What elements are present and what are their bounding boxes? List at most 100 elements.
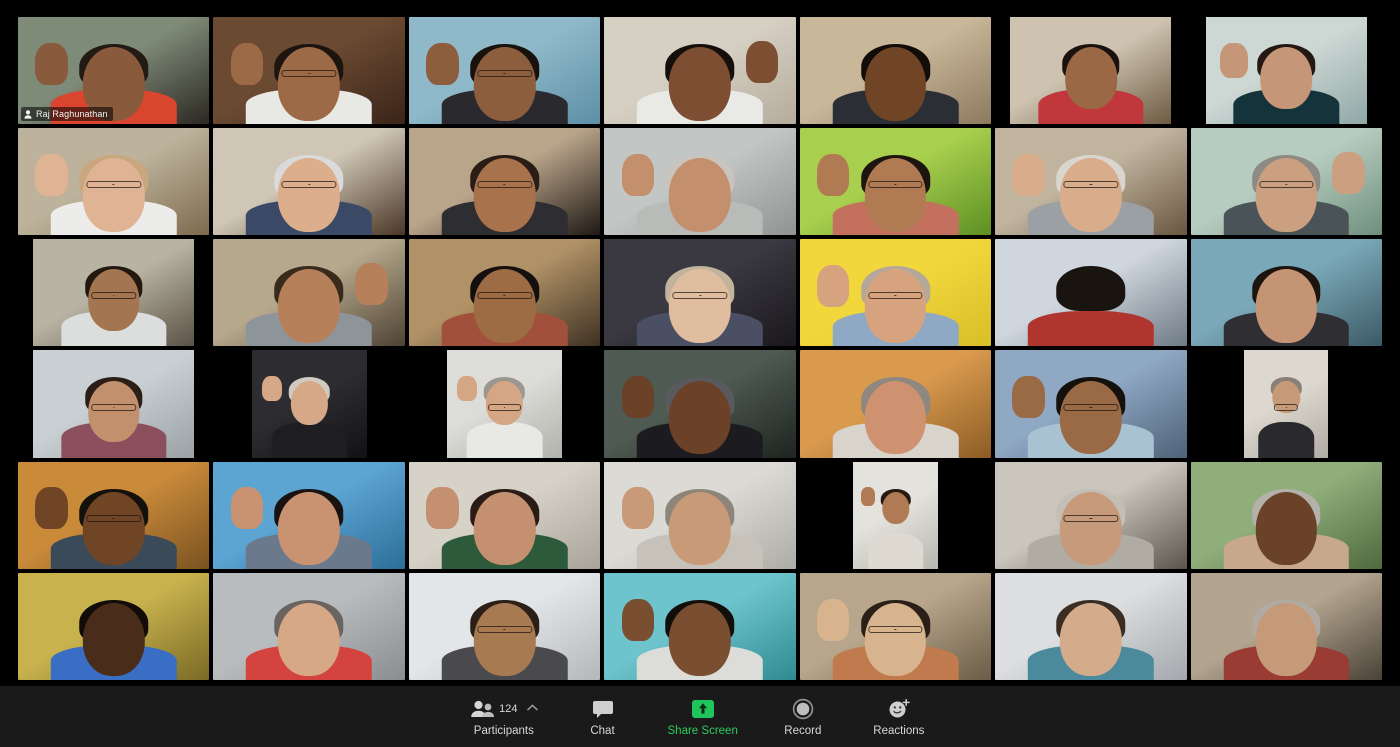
participant-video	[1190, 572, 1382, 680]
figure-head	[669, 380, 731, 455]
figure-head	[864, 602, 927, 677]
participant-tile[interactable]	[604, 350, 796, 458]
participant-tile[interactable]	[1190, 17, 1382, 125]
participant-figure	[1027, 377, 1154, 458]
participant-tile[interactable]	[408, 128, 601, 236]
participant-tile[interactable]	[604, 17, 796, 125]
raised-hand	[621, 153, 655, 196]
figure-head	[669, 491, 731, 566]
chat-bubble-icon	[592, 700, 613, 718]
participant-tile[interactable]	[18, 350, 210, 458]
figure-head	[881, 491, 909, 525]
participant-figure	[637, 266, 763, 347]
figure-head	[473, 269, 536, 343]
participant-tile[interactable]	[995, 17, 1187, 125]
participant-tile[interactable]	[213, 128, 405, 236]
figure-head	[87, 380, 140, 443]
participant-figure	[441, 266, 568, 347]
participant-video	[995, 128, 1187, 236]
participant-tile[interactable]	[604, 128, 796, 236]
participant-video	[408, 128, 601, 236]
participant-tile[interactable]	[213, 17, 405, 125]
participant-tile[interactable]	[408, 461, 601, 569]
participant-tile[interactable]	[1190, 461, 1382, 569]
participant-tile[interactable]	[799, 350, 992, 458]
figure-head	[1255, 491, 1318, 566]
participant-video	[604, 239, 796, 347]
participant-video	[447, 350, 562, 458]
participant-tile[interactable]	[995, 128, 1187, 236]
participant-tile[interactable]	[995, 239, 1187, 347]
participant-tile[interactable]	[1190, 128, 1382, 236]
figure-head	[1059, 602, 1122, 677]
participant-tile[interactable]	[799, 239, 992, 347]
participant-figure	[1223, 488, 1350, 569]
participant-tile[interactable]	[213, 350, 405, 458]
figure-head	[864, 380, 927, 455]
figure-glasses	[281, 181, 337, 189]
participant-video	[995, 572, 1187, 680]
figure-glasses	[86, 514, 141, 522]
participant-tile[interactable]	[1190, 350, 1382, 458]
participant-tile[interactable]	[995, 350, 1187, 458]
participant-video	[33, 350, 195, 458]
participant-tile[interactable]	[213, 461, 405, 569]
figure-head	[82, 491, 145, 566]
participant-tile[interactable]	[18, 461, 210, 569]
participant-tile[interactable]	[213, 239, 405, 347]
raised-hand	[426, 487, 459, 530]
participant-figure	[441, 488, 568, 569]
participant-video	[213, 239, 405, 347]
figure-glasses	[477, 625, 532, 633]
participant-video	[799, 572, 992, 680]
participant-video	[408, 461, 601, 569]
participant-tile[interactable]	[799, 461, 992, 569]
figure-glasses	[1063, 181, 1119, 189]
toolbar-button-share-screen[interactable]: Share Screen	[660, 691, 746, 743]
figure-head	[278, 491, 340, 566]
participant-figure	[50, 488, 177, 569]
raised-hand	[816, 265, 850, 308]
participant-tile[interactable]	[18, 572, 210, 680]
participant-tile[interactable]	[799, 128, 992, 236]
participant-tile[interactable]	[1190, 572, 1382, 680]
toolbar-button-chat[interactable]: Chat	[564, 691, 642, 743]
participant-tile[interactable]: Raj Raghunathan	[18, 17, 210, 125]
participant-tile[interactable]	[18, 239, 210, 347]
raised-hand	[860, 487, 876, 506]
toolbar-button-reactions[interactable]: Reactions	[860, 691, 938, 743]
participant-tile[interactable]	[799, 572, 992, 680]
participant-tile[interactable]	[995, 461, 1187, 569]
participant-figure	[1027, 266, 1154, 347]
participant-tile[interactable]	[408, 572, 601, 680]
participant-tile[interactable]	[408, 17, 601, 125]
participant-figure	[271, 377, 347, 458]
participant-tile[interactable]	[604, 461, 796, 569]
toolbar-button-participants[interactable]: 124 Participants	[462, 691, 545, 743]
figure-head	[278, 602, 340, 677]
participant-figure	[246, 488, 373, 569]
raised-hand	[230, 42, 264, 85]
participant-tile[interactable]	[995, 572, 1187, 680]
figure-torso	[1258, 422, 1314, 458]
participant-tile[interactable]	[799, 17, 992, 125]
participant-figure	[832, 43, 959, 125]
figure-head	[1260, 47, 1313, 109]
raised-hand	[621, 376, 655, 419]
participant-figure	[832, 599, 959, 680]
participant-tile[interactable]	[604, 572, 796, 680]
chevron-up-icon[interactable]	[526, 703, 538, 714]
figure-glasses	[90, 403, 137, 411]
participant-tile[interactable]	[18, 128, 210, 236]
figure-torso	[466, 422, 543, 458]
figure-glasses	[868, 625, 923, 633]
toolbar-button-record[interactable]: Record	[764, 691, 842, 743]
participant-tile[interactable]	[213, 572, 405, 680]
participant-tile[interactable]	[408, 350, 601, 458]
participant-tile[interactable]	[604, 239, 796, 347]
share-screen-icon	[691, 699, 714, 718]
participant-figure	[637, 488, 763, 569]
participant-tile[interactable]	[408, 239, 601, 347]
participant-tile[interactable]	[1190, 239, 1382, 347]
raised-hand	[816, 153, 850, 196]
